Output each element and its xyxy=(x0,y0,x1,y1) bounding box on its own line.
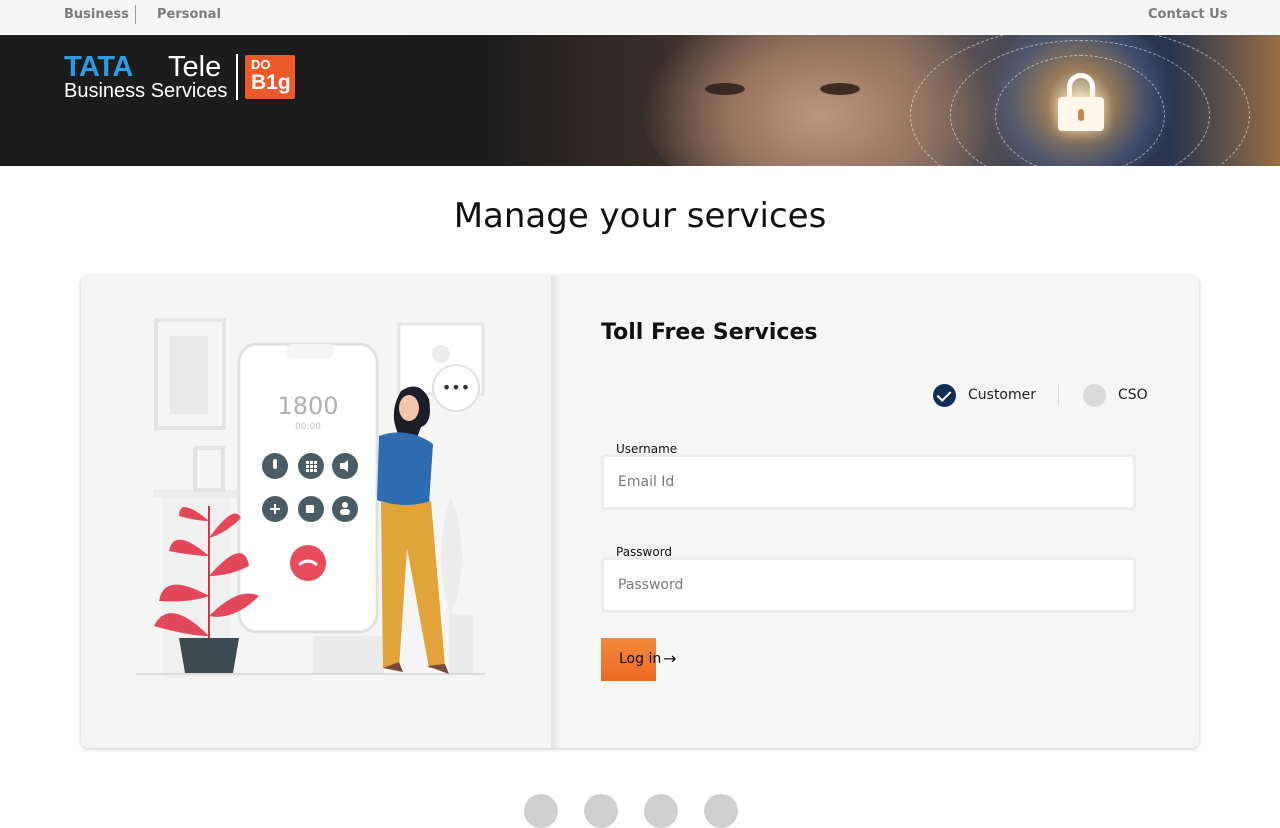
customer-radio-checked-icon[interactable] xyxy=(933,384,956,407)
role-divider xyxy=(1058,384,1059,406)
login-button-label: Log in xyxy=(619,651,662,667)
personal-link[interactable]: Personal xyxy=(157,7,221,22)
phone-number-display: 1800 xyxy=(277,392,338,420)
login-button[interactable]: Log in → xyxy=(601,638,681,681)
call-center-illustration: 1800 00:00 ••• xyxy=(136,318,486,678)
bottom-circle-3[interactable] xyxy=(644,794,678,828)
bottom-circles xyxy=(0,794,1280,828)
call-timer-display: 00:00 xyxy=(295,422,321,432)
username-field xyxy=(601,454,1136,510)
logo-tata-text: TATA xyxy=(64,51,133,83)
cso-radio[interactable] xyxy=(1083,384,1106,407)
do-big-badge: DO B1g xyxy=(245,55,295,99)
username-input[interactable] xyxy=(604,457,1133,507)
hero-eye-right xyxy=(820,83,860,95)
hero-eye-left xyxy=(705,83,745,95)
illustration-panel: 1800 00:00 ••• xyxy=(81,276,561,748)
woman-face xyxy=(399,395,419,421)
password-input[interactable] xyxy=(604,560,1133,610)
woman-pants xyxy=(381,501,445,668)
bottom-circle-4[interactable] xyxy=(704,794,738,828)
wall-frame-left-inner xyxy=(170,336,208,414)
speech-bubble-dots: ••• xyxy=(442,378,470,397)
shelf-photo-frame xyxy=(193,446,225,492)
topbar-divider xyxy=(135,5,136,24)
woman-shirt xyxy=(377,432,433,507)
do-big-line1: DO xyxy=(251,57,271,72)
floor-box xyxy=(313,636,383,674)
plant-pot xyxy=(179,638,239,673)
tata-tele-logo[interactable]: TATA Tele Business Services DO B1g xyxy=(64,52,304,104)
bottom-circle-2[interactable] xyxy=(584,794,618,828)
cso-radio-label[interactable]: CSO xyxy=(1118,387,1148,403)
phone-body xyxy=(237,342,379,634)
customer-radio-label[interactable]: Customer xyxy=(968,387,1036,403)
end-call-icon xyxy=(290,545,326,581)
background-plant-pot xyxy=(449,614,473,674)
wall-frame-flower xyxy=(432,345,450,363)
bottom-circle-1[interactable] xyxy=(524,794,558,828)
logo-tele-text: Tele xyxy=(168,51,222,83)
background-plant-leaf xyxy=(441,496,462,616)
logo-business-services-text: Business Services xyxy=(64,80,228,102)
page-title: Manage your services xyxy=(453,196,827,236)
padlock-icon xyxy=(1058,73,1104,131)
contact-us-link[interactable]: Contact Us xyxy=(1148,7,1227,22)
logo-divider xyxy=(236,54,238,100)
do-big-line2: B1g xyxy=(251,71,291,94)
phone-notch xyxy=(286,344,334,358)
password-field xyxy=(601,557,1136,613)
login-card: 1800 00:00 ••• Toll Free Services Custom… xyxy=(81,276,1199,748)
business-link[interactable]: Business xyxy=(64,7,129,22)
arrow-right-icon: → xyxy=(663,649,677,668)
top-utility-bar: Business Personal Contact Us xyxy=(0,0,1280,34)
role-selector: Customer CSO xyxy=(933,384,1153,408)
form-title: Toll Free Services xyxy=(601,320,818,345)
